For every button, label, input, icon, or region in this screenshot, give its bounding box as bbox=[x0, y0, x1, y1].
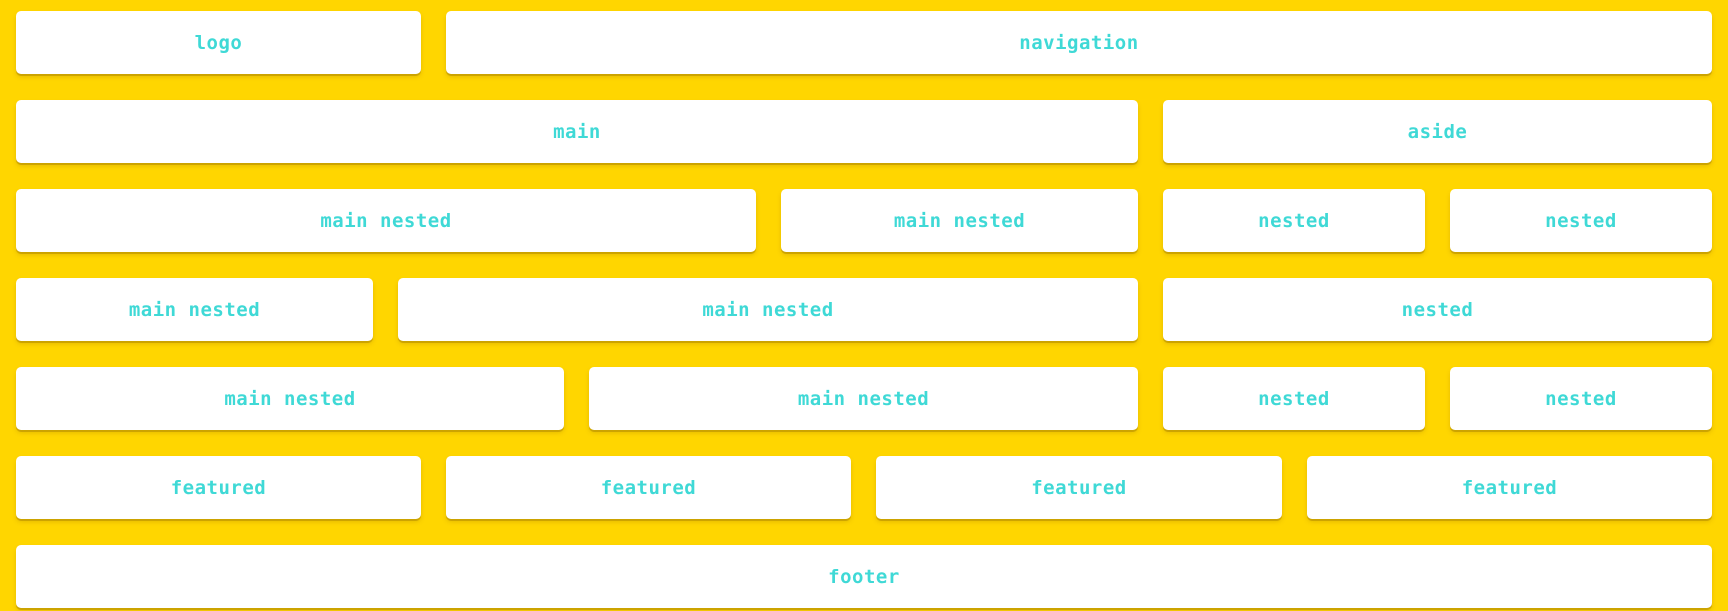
nested-box: nested bbox=[1450, 367, 1712, 430]
featured-label: featured bbox=[1031, 476, 1127, 499]
main-nested-box: main nested bbox=[16, 367, 564, 430]
featured-box: featured bbox=[16, 456, 421, 519]
featured-box: featured bbox=[446, 456, 851, 519]
footer-label: footer bbox=[828, 565, 900, 588]
featured-box: featured bbox=[876, 456, 1282, 519]
navigation-box: navigation bbox=[446, 11, 1712, 74]
nested-label: nested bbox=[1258, 209, 1330, 232]
nested-box: nested bbox=[1163, 189, 1425, 252]
aside-box: aside bbox=[1163, 100, 1712, 163]
nested-box: nested bbox=[1450, 189, 1712, 252]
main-nested-label: main nested bbox=[224, 387, 356, 410]
featured-label: featured bbox=[170, 476, 267, 499]
featured-label: featured bbox=[1461, 476, 1558, 499]
navigation-label: navigation bbox=[1019, 31, 1139, 54]
main-nested-label: main nested bbox=[128, 298, 261, 321]
main-nested-box: main nested bbox=[589, 367, 1138, 430]
logo-label: logo bbox=[194, 31, 243, 54]
main-nested-label: main nested bbox=[797, 387, 930, 410]
main-nested-label: main nested bbox=[320, 209, 452, 232]
featured-box: featured bbox=[1307, 456, 1712, 519]
logo-box: logo bbox=[16, 11, 421, 74]
main-nested-box: main nested bbox=[16, 278, 373, 341]
nested-label: nested bbox=[1258, 387, 1330, 410]
main-label: main bbox=[553, 120, 601, 143]
main-nested-box: main nested bbox=[16, 189, 756, 252]
nested-label: nested bbox=[1401, 298, 1474, 321]
featured-label: featured bbox=[600, 476, 697, 499]
nested-label: nested bbox=[1545, 387, 1617, 410]
main-nested-label: main nested bbox=[702, 298, 834, 321]
main-box: main bbox=[16, 100, 1138, 163]
nested-box: nested bbox=[1163, 278, 1712, 341]
aside-label: aside bbox=[1407, 120, 1468, 143]
main-nested-box: main nested bbox=[398, 278, 1138, 341]
main-nested-label: main nested bbox=[893, 209, 1026, 232]
footer-box: footer bbox=[16, 545, 1712, 608]
main-nested-box: main nested bbox=[781, 189, 1138, 252]
nested-label: nested bbox=[1545, 209, 1617, 232]
nested-box: nested bbox=[1163, 367, 1425, 430]
